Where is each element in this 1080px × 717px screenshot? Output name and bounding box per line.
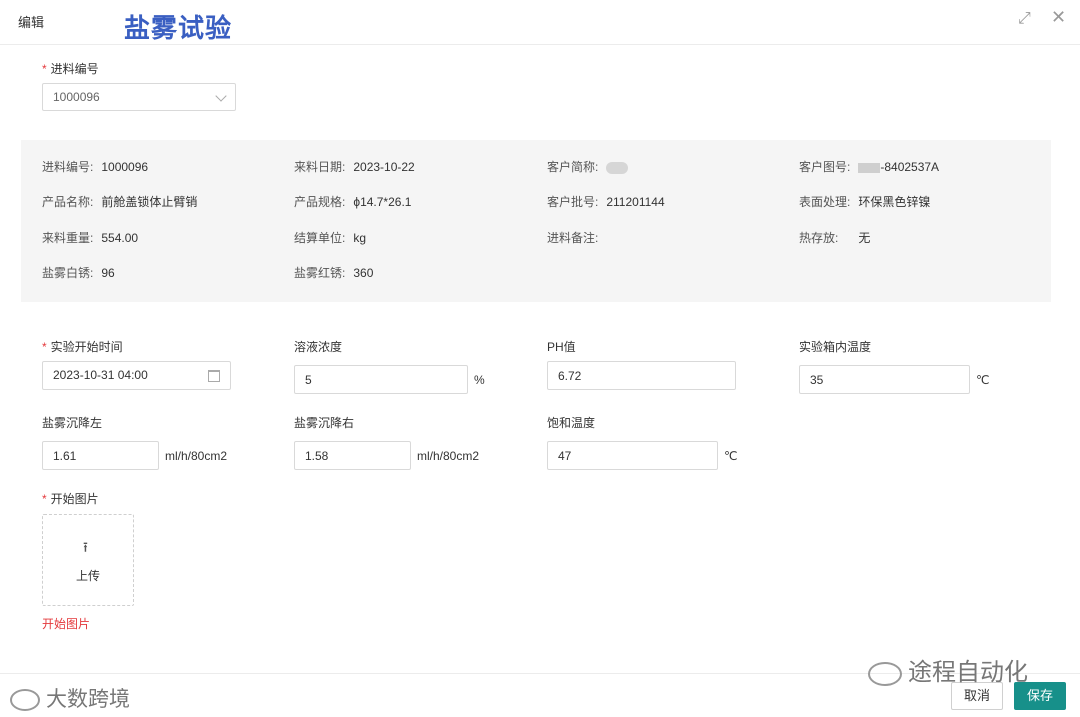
dialog-mode-label: 编辑 bbox=[18, 15, 45, 30]
incoming-no-select[interactable]: 1000096 bbox=[42, 83, 236, 111]
info-customer-short: 客户简称: bbox=[547, 158, 629, 175]
chamber-temp-unit: ℃ bbox=[976, 373, 990, 387]
upload-button[interactable]: ⭱ 上传 bbox=[42, 514, 134, 606]
settle-left-label: 盐雾沉降左 bbox=[42, 416, 103, 430]
chevron-down-icon bbox=[215, 90, 227, 102]
saturation-temp-input[interactable] bbox=[547, 441, 718, 470]
start-image-label: * 开始图片 bbox=[42, 492, 99, 506]
concentration-unit: % bbox=[474, 373, 485, 387]
redacted-blur bbox=[858, 162, 881, 173]
required-mark: * bbox=[42, 340, 47, 354]
start-image-error: 开始图片 bbox=[42, 617, 91, 631]
info-incoming-weight: 来料重量: 554.00 bbox=[42, 231, 139, 245]
settle-left-input[interactable] bbox=[42, 441, 159, 470]
concentration-label: 溶液浓度 bbox=[294, 340, 343, 354]
chamber-temp-label: 实验箱内温度 bbox=[799, 340, 872, 354]
saturation-temp-unit: ℃ bbox=[724, 449, 738, 463]
info-incoming-note: 进料备注: bbox=[547, 231, 599, 245]
expand-icon[interactable]: ⤢ bbox=[1018, 10, 1031, 28]
ph-input[interactable] bbox=[547, 361, 736, 390]
settle-right-unit: ml/h/80cm2 bbox=[417, 449, 480, 463]
info-salt-white: 盐雾白锈: 96 bbox=[42, 266, 115, 280]
ph-label: PH值 bbox=[547, 340, 576, 354]
required-mark: * bbox=[42, 62, 47, 76]
redacted-blur bbox=[606, 161, 629, 174]
info-heat-storage: 热存放: 无 bbox=[799, 231, 871, 245]
info-incoming-date: 来料日期: 2023-10-22 bbox=[294, 160, 415, 174]
info-settle-unit: 结算单位: kg bbox=[294, 231, 367, 245]
upload-label: 上传 bbox=[75, 569, 100, 583]
incoming-no-selected-value: 1000096 bbox=[53, 90, 100, 104]
info-customer-batch: 客户批号: 211201144 bbox=[547, 195, 665, 209]
settle-left-unit: ml/h/80cm2 bbox=[165, 449, 228, 463]
saturation-temp-label: 饱和温度 bbox=[547, 416, 596, 430]
page-title: 盐雾试验 bbox=[124, 13, 233, 43]
info-product-name: 产品名称: 前舱盖锁体止臂销 bbox=[42, 195, 198, 209]
watermark-left: 大数跨境 bbox=[10, 683, 130, 713]
incoming-no-label: * 进料编号 bbox=[42, 60, 99, 77]
calendar-icon bbox=[208, 370, 220, 382]
start-time-picker[interactable]: 2023-10-31 04:00 bbox=[42, 361, 231, 390]
info-product-spec: 产品规格: ϕ14.7*26.1 bbox=[294, 195, 412, 209]
required-mark: * bbox=[42, 492, 47, 506]
settle-right-input[interactable] bbox=[294, 441, 411, 470]
info-incoming-no: 进料编号: 1000096 bbox=[42, 160, 149, 174]
info-salt-red: 盐雾红锈: 360 bbox=[294, 266, 374, 280]
start-time-label: * 实验开始时间 bbox=[42, 340, 123, 354]
incoming-no-label-text: 进料编号 bbox=[50, 62, 99, 76]
wechat-icon bbox=[868, 661, 902, 686]
settle-right-label: 盐雾沉降右 bbox=[294, 416, 355, 430]
upload-icon: ⭱ bbox=[83, 539, 88, 555]
watermark-right: 途程自动化 bbox=[868, 652, 1028, 687]
watermark-logo-icon bbox=[10, 689, 40, 712]
close-icon[interactable]: ✕ bbox=[1051, 7, 1066, 28]
chamber-temp-input[interactable] bbox=[799, 365, 970, 394]
info-customer-drawing: 客户图号: -8402537A bbox=[799, 160, 940, 174]
start-time-value: 2023-10-31 04:00 bbox=[53, 368, 148, 382]
info-surface: 表面处理: 环保黑色锌镍 bbox=[799, 195, 931, 209]
concentration-input[interactable] bbox=[294, 365, 468, 394]
